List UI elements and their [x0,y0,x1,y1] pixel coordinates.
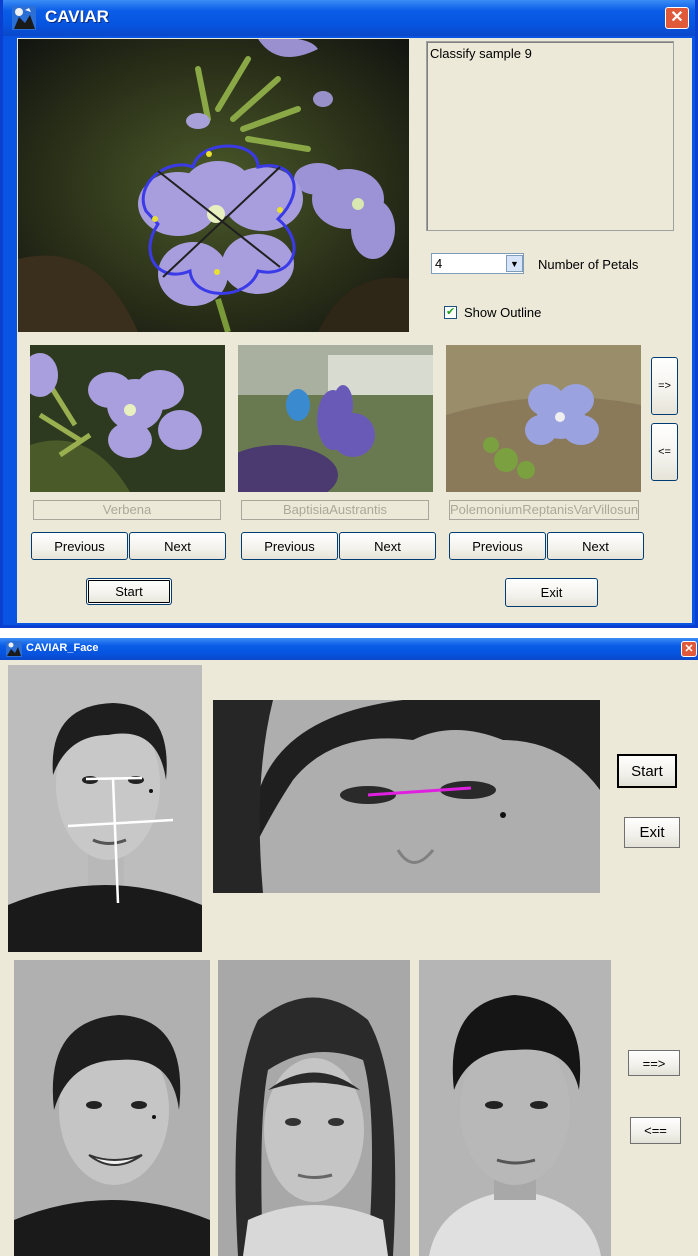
close-button[interactable]: ✕ [665,7,689,29]
page-back-button[interactable]: <= [651,423,678,481]
candidate-image-polemonium [446,345,641,492]
page-forward-button[interactable]: ==> [628,1050,680,1076]
title-bar[interactable]: CAVIAR ✕ [3,0,695,36]
caviar-face-window: CAVIAR_Face ✕ Start Exit ==> <== [0,638,698,1256]
eye-region-image [213,700,600,893]
petal-count-dropdown[interactable]: 4 ▼ [431,253,524,274]
window-title: CAVIAR [45,7,109,26]
status-text-area: Classify sample 9 [426,41,674,231]
candidate-name-field: Verbena [33,500,221,520]
chevron-down-icon[interactable]: ▼ [506,255,523,272]
previous-button[interactable]: Previous [449,532,546,560]
close-button[interactable]: ✕ [681,641,697,657]
candidate-image-verbena [30,345,225,492]
candidate-name-field: PolemoniumReptanisVarVillosun [449,500,639,520]
caviar-window: CAVIAR ✕ Classify sample 9 4 ▼ Number of… [0,0,698,628]
page-forward-button[interactable]: => [651,357,678,415]
previous-button[interactable]: Previous [241,532,338,560]
main-client-area: Classify sample 9 4 ▼ Number of Petals ✔… [17,38,692,623]
checkmark-icon: ✔ [446,306,456,318]
window-title: CAVIAR_Face [26,642,99,654]
app-icon [12,6,36,30]
candidate-image-baptisia [238,345,433,492]
exit-button[interactable]: Exit [505,578,598,607]
next-button[interactable]: Next [129,532,226,560]
petal-count-label: Number of Petals [538,257,639,272]
candidate-face-1 [14,960,210,1256]
next-button[interactable]: Next [339,532,436,560]
title-bar[interactable]: CAVIAR_Face ✕ [0,638,698,660]
sample-face-image [8,665,202,952]
page-back-button[interactable]: <== [630,1117,681,1144]
start-button[interactable]: Start [617,754,677,788]
status-text: Classify sample 9 [430,46,532,61]
show-outline-checkbox[interactable]: ✔ [444,306,457,319]
show-outline-label: Show Outline [464,305,542,320]
candidate-name-field: BaptisiaAustrantis [241,500,429,520]
candidate-face-3 [419,960,611,1256]
app-icon [6,641,22,657]
previous-button[interactable]: Previous [31,532,128,560]
candidate-face-2 [218,960,410,1256]
next-button[interactable]: Next [547,532,644,560]
start-button[interactable]: Start [86,578,172,605]
petal-count-value: 4 [435,256,443,271]
sample-flower-image [18,39,409,332]
exit-button[interactable]: Exit [624,817,680,848]
